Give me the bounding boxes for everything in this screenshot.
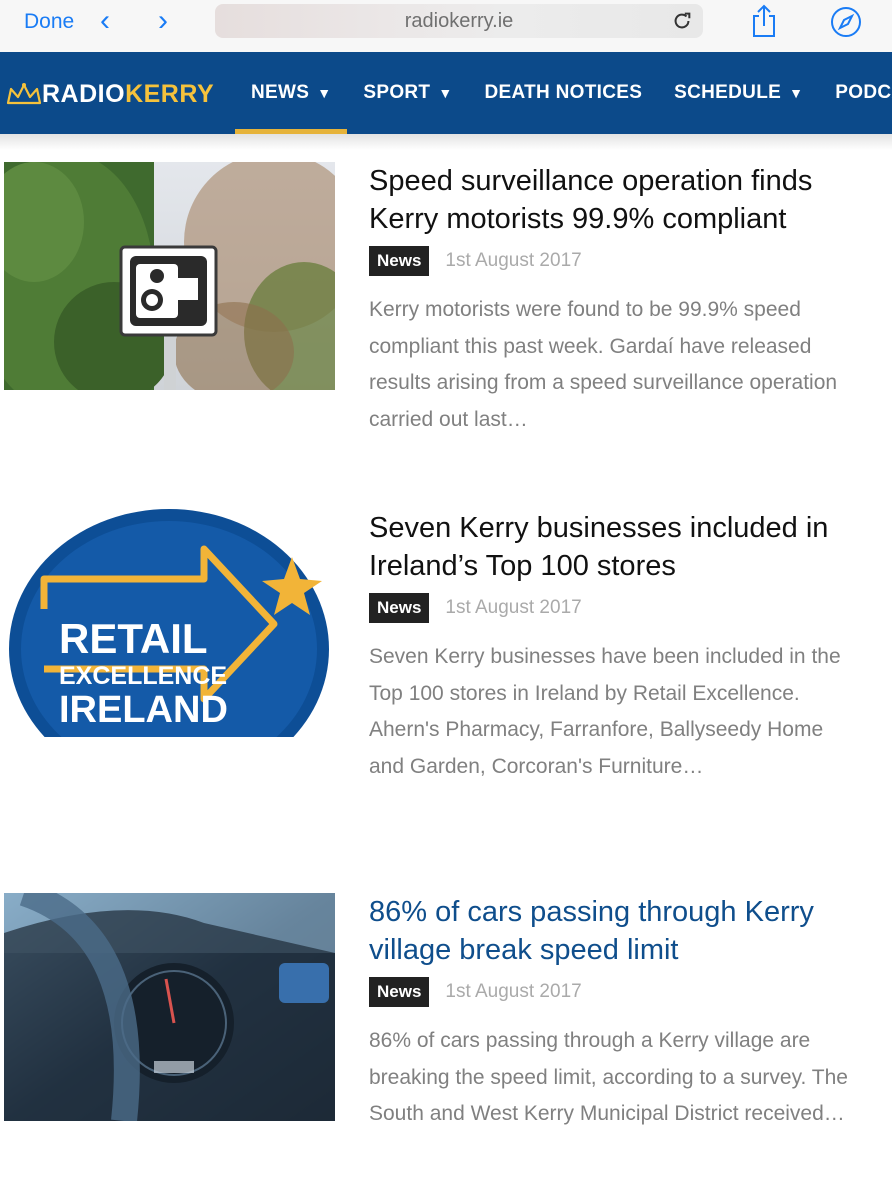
chevron-down-icon: ▼ [789, 85, 804, 101]
article-meta: News 1st August 2017 [369, 246, 582, 276]
article-date: 1st August 2017 [445, 981, 582, 1002]
share-icon[interactable] [750, 4, 778, 38]
menu-item-death-notices[interactable]: DEATH NOTICES [469, 52, 659, 134]
category-badge[interactable]: News [369, 593, 430, 623]
logo-text-kerry: KERRY [125, 79, 215, 108]
site-header: RADIOKERRY NEWS ▼ SPORT ▼ DEATH NOTICES … [0, 52, 892, 134]
menu-item-label: DEATH NOTICES [484, 82, 643, 103]
image-text-ireland: IRELAND [59, 689, 228, 731]
article-date: 1st August 2017 [445, 250, 582, 271]
header-shadow [0, 134, 892, 150]
menu-item-label: SCHEDULE [674, 82, 782, 103]
menu-item-podcast[interactable]: PODCAST [819, 52, 892, 134]
url-text: radiokerry.ie [404, 10, 514, 32]
article-thumbnail-retail-excellence[interactable]: RETAIL EXCELLENCE IRELAND [4, 509, 335, 737]
logo-text-radio: RADIO [42, 79, 126, 108]
article-title[interactable]: Seven Kerry businesses included in Irela… [369, 509, 869, 585]
reload-icon[interactable] [671, 10, 693, 32]
article-title[interactable]: 86% of cars passing through Kerry villag… [369, 893, 869, 969]
chevron-right-icon[interactable]: › [158, 6, 168, 36]
menu-item-label: PODCAST [835, 82, 892, 103]
article-meta: News 1st August 2017 [369, 977, 582, 1007]
category-badge[interactable]: News [369, 977, 430, 1007]
article-excerpt: Seven Kerry businesses have been include… [369, 645, 841, 778]
category-badge[interactable]: News [369, 246, 430, 276]
article-excerpt: Kerry motorists were found to be 99.9% s… [369, 298, 838, 431]
menu-item-schedule[interactable]: SCHEDULE ▼ [658, 52, 819, 134]
image-text-retail: RETAIL [59, 615, 208, 662]
article-date: 1st August 2017 [445, 597, 582, 618]
article-excerpt: 86% of cars passing through a Kerry vill… [369, 1029, 848, 1125]
menu-item-news[interactable]: NEWS ▼ [235, 52, 348, 134]
chevron-left-icon[interactable]: ‹ [100, 6, 110, 36]
article-meta: News 1st August 2017 [369, 593, 582, 623]
address-bar[interactable]: radiokerry.ie [215, 4, 703, 38]
chevron-down-icon: ▼ [438, 85, 453, 101]
compass-icon[interactable] [830, 6, 862, 38]
menu-item-sport[interactable]: SPORT ▼ [347, 52, 468, 134]
image-text-excellence: EXCELLENCE [59, 662, 227, 690]
article-thumbnail-car-dashboard[interactable] [4, 893, 335, 1121]
done-button[interactable]: Done [24, 10, 74, 34]
site-logo[interactable]: RADIOKERRY [6, 74, 214, 114]
menu-item-label: SPORT [363, 82, 431, 103]
chevron-down-icon: ▼ [317, 85, 332, 101]
crown-icon [6, 83, 42, 105]
article-title[interactable]: Speed surveillance operation finds Kerry… [369, 162, 869, 238]
main-menu: NEWS ▼ SPORT ▼ DEATH NOTICES SCHEDULE ▼ … [235, 52, 892, 134]
browser-toolbar: Done ‹ › radiokerry.ie [0, 0, 892, 53]
menu-item-label: NEWS [251, 82, 310, 103]
article-thumbnail-speed-camera[interactable] [4, 162, 335, 390]
